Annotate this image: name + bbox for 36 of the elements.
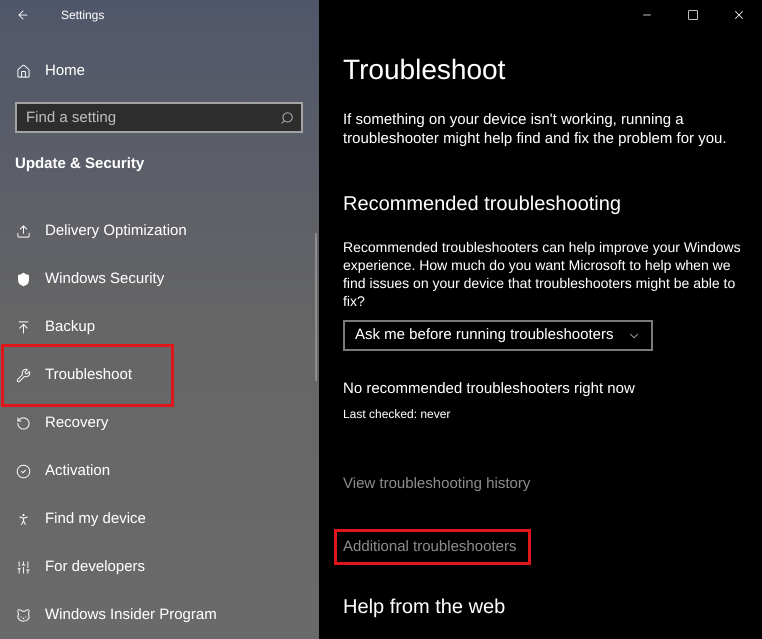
nav-item[interactable]: Windows Insider Program <box>0 604 217 626</box>
description-text: If something on your device isn't working, running a troubleshooter might help find and fix the problem for you. <box>343 110 728 148</box>
window-title: Settings <box>61 7 104 23</box>
nav-item[interactable]: For developers <box>0 556 146 578</box>
description-text: Recommended troubleshooters can help improve your Windows experience. How much do you want Microsoft to help when we find issues on your device that troubleshooters might be able to fix? <box>343 238 742 310</box>
cat-icon <box>16 608 31 622</box>
nav-item[interactable]: Troubleshoot <box>4 364 132 386</box>
wrench-icon <box>16 368 31 382</box>
rotate-arrow-icon <box>16 416 31 430</box>
search-field[interactable]: Find a setting <box>15 102 303 133</box>
nav-item[interactable]: Backup <box>0 316 96 338</box>
sliders-icon <box>16 560 31 574</box>
nav-item[interactable]: Recovery <box>0 412 108 434</box>
upload-tray-icon <box>16 224 31 238</box>
status-text: No recommended troubleshooters right now <box>343 379 635 399</box>
link[interactable]: Additional troubleshooters <box>343 538 516 555</box>
section-heading: Recommended troubleshooting <box>343 192 621 217</box>
search-icon <box>280 110 294 124</box>
nav-item[interactable]: Activation <box>0 460 110 482</box>
nav-item[interactable]: Windows Security <box>0 268 164 290</box>
maximize-icon <box>687 9 699 21</box>
section-heading: Help from the web <box>343 595 506 620</box>
shield-icon <box>16 272 31 286</box>
arrow-up-bar-icon <box>16 320 31 334</box>
house-icon <box>16 64 31 78</box>
last-checked-text: Last checked: never <box>343 406 450 422</box>
check-circle-icon <box>16 464 31 478</box>
section-heading: Update & Security <box>14 154 146 174</box>
close-icon <box>732 8 746 22</box>
nav-item[interactable]: Delivery Optimization <box>0 220 187 242</box>
dropdown[interactable]: Ask me before running troubleshooters <box>343 320 654 351</box>
page-title: Troubleshoot <box>343 53 506 87</box>
link[interactable]: View troubleshooting history <box>343 472 530 495</box>
scrollbar-thumb[interactable] <box>315 233 317 381</box>
nav-item[interactable]: Find my device <box>0 508 146 530</box>
home-link[interactable]: Home <box>0 61 86 81</box>
